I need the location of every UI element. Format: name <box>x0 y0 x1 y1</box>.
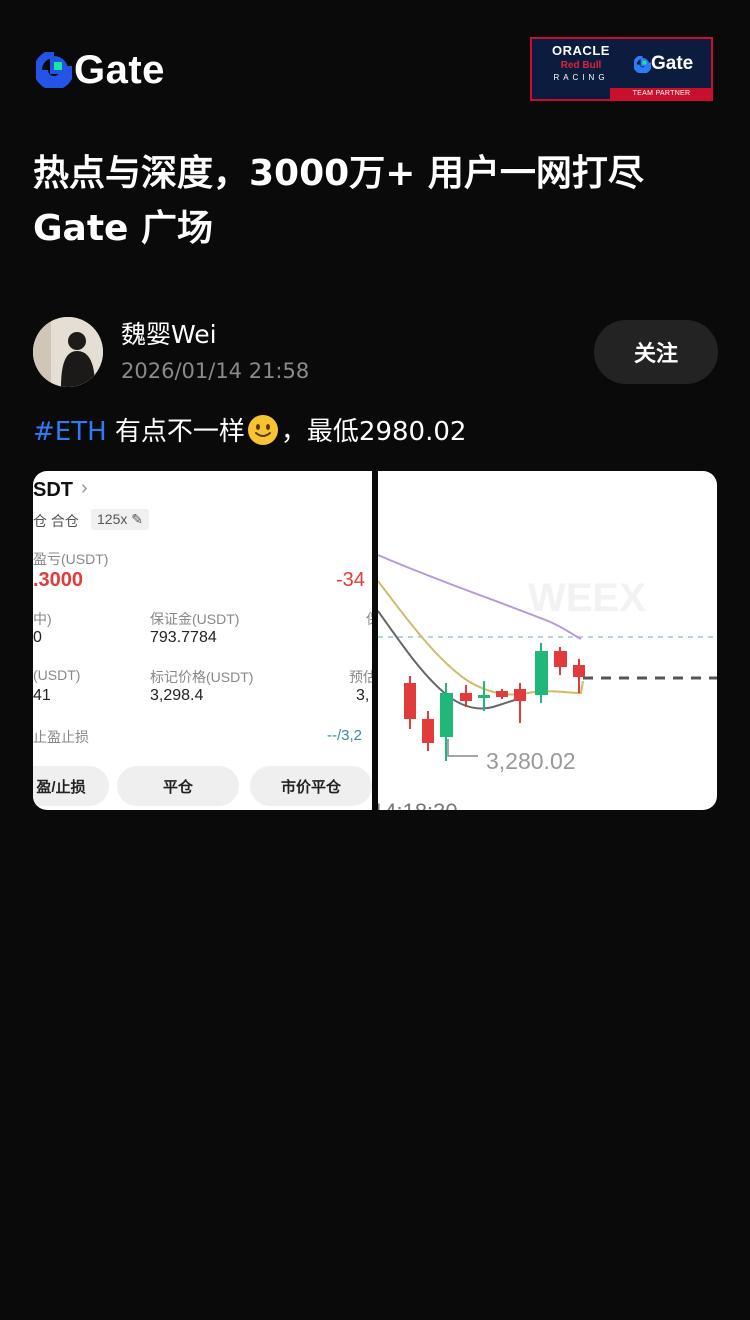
candle-2 <box>422 719 434 743</box>
slightly-smiling-face-icon <box>247 415 278 445</box>
post-image-position[interactable]: SDT › 仓 合仓 125x ✎ 盈亏(USDT) .3000 -34 中) … <box>33 471 372 810</box>
page-title-line-1: 热点与深度，3000万+ 用户一网打尽 <box>33 153 644 194</box>
pnl-right-value: -34 <box>336 569 365 591</box>
mark-price-label: 标记价格(USDT) <box>150 669 254 685</box>
candle-1 <box>404 683 416 719</box>
follow-button[interactable]: 关注 <box>594 320 718 384</box>
partner-banner[interactable]: ORACLE Red Bull RACING Gate TEAM PARTNER <box>530 37 713 101</box>
chevron-right-icon: › <box>81 477 88 499</box>
gate-logo-icon <box>36 52 72 88</box>
leverage-badge: 125x ✎ <box>91 509 149 530</box>
post-text-part-2: ，最低2980.02 <box>280 417 467 447</box>
redbull-text: Red Bull <box>560 60 602 71</box>
market-close-button: 市价平仓 <box>250 766 372 806</box>
pnl-label: 盈亏(USDT) <box>33 551 109 567</box>
oracle-text: ORACLE <box>552 43 610 58</box>
tp-sl-label: 止盈止损 <box>33 729 89 745</box>
team-partner-strip: TEAM PARTNER <box>610 88 713 99</box>
field-b-value: 41 <box>33 687 51 704</box>
candle-8 <box>535 651 548 695</box>
page-title-line-2: Gate 广场 <box>33 208 214 249</box>
post-text-part-1: 有点不一样 <box>106 417 245 447</box>
author-row: 魏婴Wei 2026/01/14 21:58 关注 <box>33 317 723 389</box>
post-image-chart[interactable]: WEEX 3,280.02 14:18:30 <box>378 471 717 810</box>
oracle-redbull-logo: ORACLE Red Bull RACING <box>538 43 624 89</box>
candle-3 <box>440 693 453 737</box>
gate-small-icon <box>634 55 651 73</box>
tp-sl-value: --/3,2 <box>327 727 363 744</box>
margin-value: 793.7784 <box>150 629 217 646</box>
margin-label: 保证金(USDT) <box>150 611 240 627</box>
candle-4 <box>460 693 472 701</box>
avatar-image <box>33 317 103 387</box>
candle-6 <box>496 691 508 697</box>
hashtag-link[interactable]: #ETH <box>33 417 107 447</box>
chart-watermark: WEEX <box>528 576 646 620</box>
post-content: #ETH 有点不一样 ，最低2980.02 <box>33 412 466 452</box>
partner-gate-text: Gate <box>651 53 694 74</box>
field-b-label: (USDT) <box>33 667 81 683</box>
field-a-value: 0 <box>33 629 42 646</box>
candle-9 <box>554 651 567 667</box>
candlestick-chart: WEEX 3,280.02 14:18:30 <box>378 554 717 810</box>
gate-logo[interactable]: Gate <box>36 50 165 90</box>
racing-text: RACING <box>553 73 609 82</box>
est-value: 3, <box>356 687 370 704</box>
page-title: 热点与深度，3000万+ 用户一网打尽 Gate 广场 <box>33 146 723 256</box>
field-a-label: 中) <box>33 611 52 627</box>
candle-7 <box>514 689 526 701</box>
author-name[interactable]: 魏婴Wei <box>121 319 217 351</box>
time-axis-label: 14:18:30 <box>378 799 458 810</box>
mark-price-value: 3,298.4 <box>150 687 204 704</box>
header: Gate ORACLE Red Bull RACING Gate TEAM PA… <box>0 0 750 140</box>
cut-right-label: 保 <box>366 609 372 629</box>
avatar[interactable] <box>33 317 103 387</box>
tp-sl-button: 盈/止损 <box>33 766 109 806</box>
post-timestamp: 2026/01/14 21:58 <box>121 359 310 383</box>
margin-mode: 仓 合仓 <box>33 513 79 529</box>
brand-name: Gate <box>74 48 165 92</box>
pnl-value: .3000 <box>33 569 84 591</box>
candle-5 <box>478 695 490 698</box>
partner-gate-logo: Gate <box>634 53 693 75</box>
leverage-value: 125x <box>97 511 128 527</box>
close-position-button: 平仓 <box>117 766 239 806</box>
low-marker-line <box>447 739 478 757</box>
low-price-label: 3,280.02 <box>486 748 576 774</box>
pair-label: SDT <box>33 479 73 501</box>
candle-10 <box>573 665 585 677</box>
est-label: 预估 <box>349 669 372 685</box>
